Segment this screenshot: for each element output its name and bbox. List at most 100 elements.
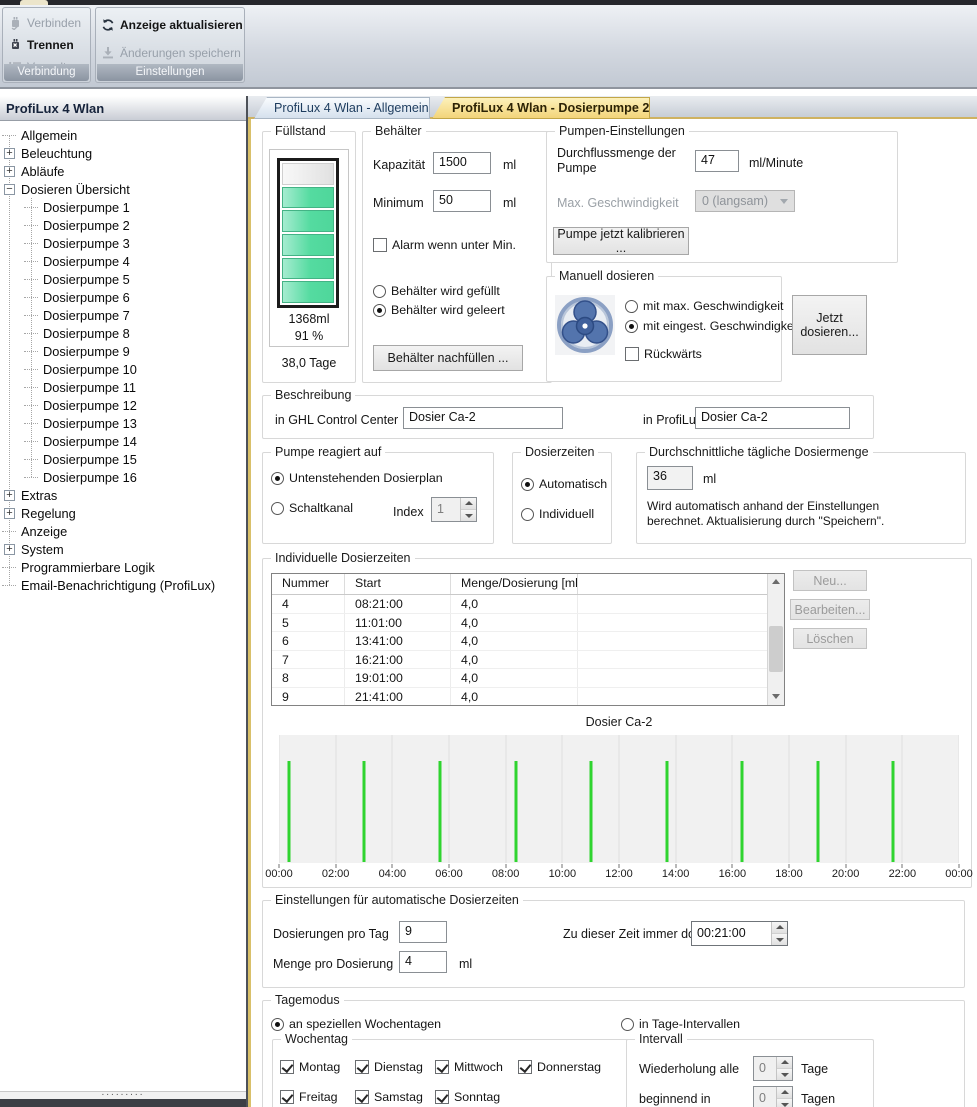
sidebar-item-dosierpumpe-12[interactable]: Dosierpumpe 12 — [0, 396, 246, 414]
sidebar-splitter-handle[interactable] — [0, 1091, 246, 1099]
tree-expander-icon[interactable] — [4, 184, 15, 195]
delete-dosing-button[interactable]: Löschen — [793, 628, 867, 649]
sidebar-item-dosierpumpe-4[interactable]: Dosierpumpe 4 — [0, 252, 246, 270]
dosing-plan-radio[interactable]: Untenstehenden Dosierplan — [271, 471, 443, 485]
sidebar-item-dosierpumpe-16[interactable]: Dosierpumpe 16 — [0, 468, 246, 486]
tree-expander-icon[interactable] — [4, 544, 15, 555]
tree-expander-icon[interactable] — [4, 148, 15, 159]
sidebar-item-anzeige[interactable]: Anzeige — [0, 522, 246, 540]
sidebar-item-allgemein[interactable]: Allgemein — [0, 126, 246, 144]
stepper-up-icon[interactable] — [461, 498, 476, 510]
calibrate-pump-button[interactable]: Pumpe jetzt kalibrieren ... — [553, 227, 689, 255]
scroll-up-icon[interactable] — [768, 574, 784, 590]
tree-expander-icon[interactable] — [4, 166, 15, 177]
sidebar-item-dosierpumpe-2[interactable]: Dosierpumpe 2 — [0, 216, 246, 234]
tab-dosierpumpe-2[interactable]: ProfiLux 4 Wlan - Dosierpumpe 2 — [432, 97, 650, 119]
sidebar-item-dosierpumpe-5[interactable]: Dosierpumpe 5 — [0, 270, 246, 288]
column-header[interactable]: Menge/Dosierung [ml] — [451, 574, 578, 594]
disconnect-button[interactable]: Trennen — [3, 34, 90, 56]
dose-now-button[interactable]: Jetzt dosieren... — [792, 295, 867, 355]
sidebar-item-dosieren-uebersicht[interactable]: Dosieren Übersicht — [0, 180, 246, 198]
dose-event-line — [741, 761, 744, 862]
dose-set-speed-radio[interactable]: mit eingest. Geschwindigkeit — [625, 319, 800, 333]
sidebar-item-dosierpumpe-6[interactable]: Dosierpumpe 6 — [0, 288, 246, 306]
sidebar-item-extras[interactable]: Extras — [0, 486, 246, 504]
dosing-schedule-table[interactable]: NummerStartMenge/Dosierung [ml] 408:21:0… — [271, 573, 785, 706]
refresh-view-button[interactable]: Anzeige aktualisieren — [96, 14, 244, 36]
scrollbar-thumb[interactable] — [769, 626, 783, 672]
stepper-down-icon[interactable] — [461, 510, 476, 521]
capacity-input[interactable]: 1500 — [433, 152, 491, 174]
flow-rate-input[interactable]: 47 — [695, 150, 739, 172]
sidebar-item-programmierbare-logik[interactable]: Programmierbare Logik — [0, 558, 246, 576]
sidebar-item-dosierpumpe-7[interactable]: Dosierpumpe 7 — [0, 306, 246, 324]
day-intervals-radio[interactable]: in Tage-Intervallen — [621, 1017, 740, 1031]
column-header[interactable]: Start — [345, 574, 451, 594]
sidebar-item-dosierpumpe-13[interactable]: Dosierpumpe 13 — [0, 414, 246, 432]
specific-weekdays-radio[interactable]: an speziellen Wochentagen — [271, 1017, 441, 1031]
container-filled-radio[interactable]: Behälter wird gefüllt — [373, 284, 500, 298]
switch-channel-radio[interactable]: Schaltkanal — [271, 501, 353, 515]
thursday-checkbox[interactable]: Donnerstag — [518, 1060, 601, 1074]
sidebar-item-system[interactable]: System — [0, 540, 246, 558]
max-speed-dropdown[interactable]: 0 (langsam) — [695, 190, 795, 212]
alarm-below-min-checkbox[interactable]: Alarm wenn unter Min. — [373, 238, 516, 252]
amount-per-dose-input[interactable]: 4 — [399, 951, 447, 973]
table-row[interactable]: 511:01:004,0 — [272, 614, 784, 633]
stepper-up-icon[interactable] — [772, 922, 787, 934]
index-stepper[interactable]: 1 — [431, 497, 477, 522]
minimum-input[interactable]: 50 — [433, 190, 491, 212]
tree-expander-icon[interactable] — [4, 490, 15, 501]
wednesday-checkbox[interactable]: Mittwoch — [435, 1060, 503, 1074]
new-dosing-button[interactable]: Neu... — [793, 570, 867, 591]
close-tab-icon[interactable] — [659, 101, 667, 115]
sidebar-item-dosierpumpe-8[interactable]: Dosierpumpe 8 — [0, 324, 246, 342]
fixed-dose-time-stepper[interactable]: 00:21:00 — [691, 921, 788, 946]
table-row[interactable]: 408:21:004,0 — [272, 595, 784, 614]
connect-button[interactable]: Verbinden — [3, 12, 90, 34]
tuesday-checkbox[interactable]: Dienstag — [355, 1060, 423, 1074]
sidebar-item-dosierpumpe-3[interactable]: Dosierpumpe 3 — [0, 234, 246, 252]
sidebar-item-email-benachrichtigung[interactable]: Email-Benachrichtigung (ProfiLux) — [0, 576, 246, 594]
stepper-up-icon[interactable] — [777, 1087, 792, 1099]
reverse-checkbox[interactable]: Rückwärts — [625, 347, 702, 361]
container-emptied-radio[interactable]: Behälter wird geleert — [373, 303, 505, 317]
sidebar-item-dosierpumpe-9[interactable]: Dosierpumpe 9 — [0, 342, 246, 360]
begin-days-stepper[interactable]: 0 — [753, 1086, 793, 1107]
saturday-checkbox[interactable]: Samstag — [355, 1090, 423, 1104]
friday-checkbox[interactable]: Freitag — [280, 1090, 338, 1104]
stepper-down-icon[interactable] — [777, 1099, 792, 1107]
sunday-checkbox[interactable]: Sonntag — [435, 1090, 500, 1104]
sidebar-item-ablaeufe[interactable]: Abläufe — [0, 162, 246, 180]
save-changes-button[interactable]: Änderungen speichern — [96, 42, 244, 64]
sidebar-item-dosierpumpe-14[interactable]: Dosierpumpe 14 — [0, 432, 246, 450]
ghl-name-input[interactable]: Dosier Ca-2 — [403, 407, 563, 429]
sidebar-item-dosierpumpe-10[interactable]: Dosierpumpe 10 — [0, 360, 246, 378]
sidebar-item-dosierpumpe-11[interactable]: Dosierpumpe 11 — [0, 378, 246, 396]
table-row[interactable]: 819:01:004,0 — [272, 669, 784, 688]
refill-container-button[interactable]: Behälter nachfüllen ... — [373, 345, 523, 371]
table-scrollbar[interactable] — [767, 574, 784, 705]
repeat-days-stepper[interactable]: 0 — [753, 1056, 793, 1081]
dose-max-speed-radio[interactable]: mit max. Geschwindigkeit — [625, 299, 783, 313]
sidebar-item-dosierpumpe-15[interactable]: Dosierpumpe 15 — [0, 450, 246, 468]
individual-radio[interactable]: Individuell — [521, 507, 594, 521]
sidebar-item-dosierpumpe-1[interactable]: Dosierpumpe 1 — [0, 198, 246, 216]
tree-expander-icon[interactable] — [4, 508, 15, 519]
stepper-up-icon[interactable] — [777, 1057, 792, 1069]
monday-checkbox[interactable]: Montag — [280, 1060, 340, 1074]
column-header[interactable]: Nummer — [272, 574, 345, 594]
table-row[interactable]: 613:41:004,0 — [272, 632, 784, 651]
table-row[interactable]: 716:21:004,0 — [272, 651, 784, 670]
scroll-down-icon[interactable] — [768, 689, 784, 705]
edit-dosing-button[interactable]: Bearbeiten... — [790, 599, 870, 620]
automatic-radio[interactable]: Automatisch — [521, 477, 607, 491]
doses-per-day-input[interactable]: 9 — [399, 921, 447, 943]
stepper-down-icon[interactable] — [772, 934, 787, 945]
stepper-down-icon[interactable] — [777, 1069, 792, 1080]
tab-allgemein[interactable]: ProfiLux 4 Wlan - Allgemein — [254, 97, 430, 119]
table-row[interactable]: 921:41:004,0 — [272, 688, 784, 707]
sidebar-item-beleuchtung[interactable]: Beleuchtung — [0, 144, 246, 162]
profilux-name-input[interactable]: Dosier Ca-2 — [695, 407, 850, 429]
sidebar-item-regelung[interactable]: Regelung — [0, 504, 246, 522]
